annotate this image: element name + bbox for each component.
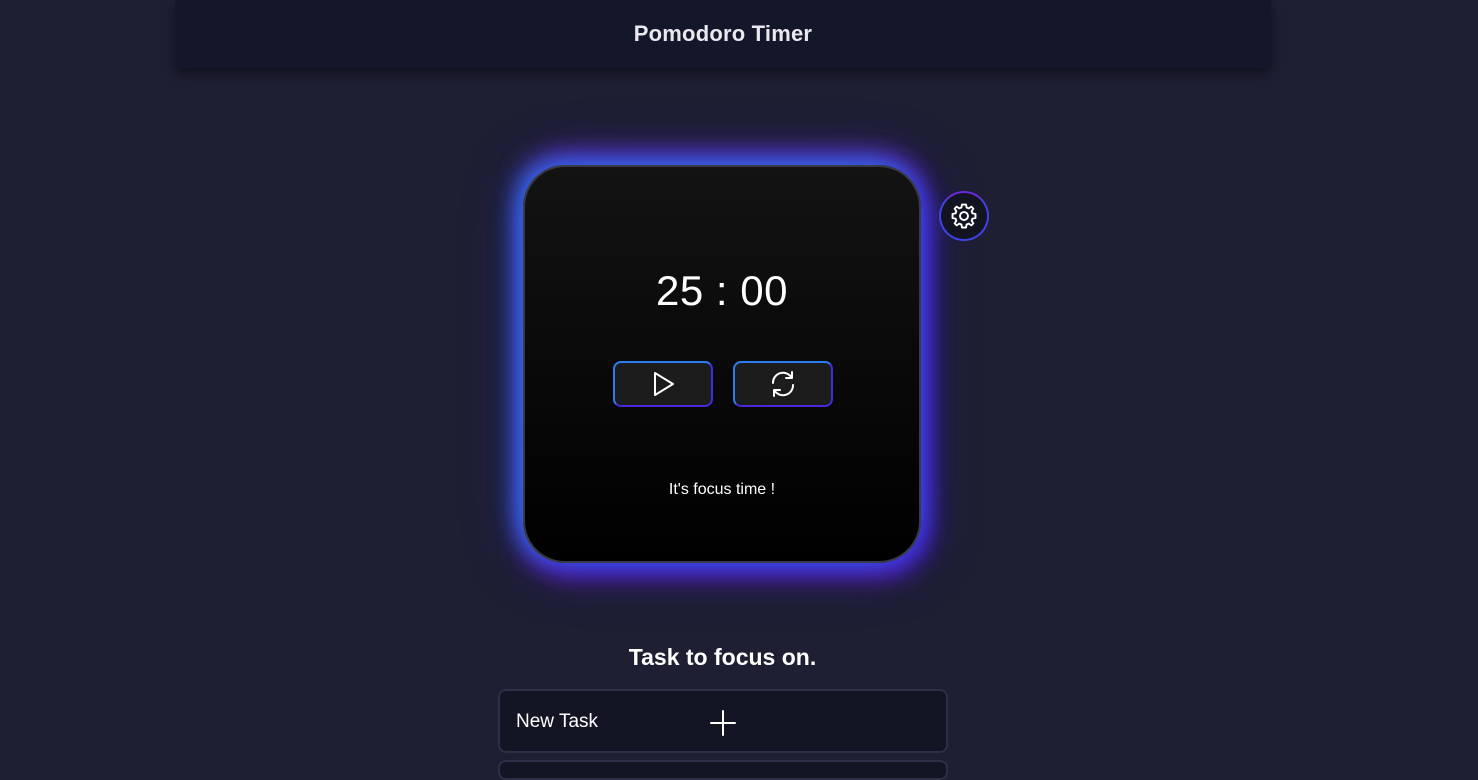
task-section-heading: Task to focus on. (628, 644, 817, 670)
settings-button[interactable] (939, 191, 989, 241)
gear-icon (951, 203, 977, 229)
new-task-row[interactable]: New Task (498, 689, 948, 753)
reset-button[interactable] (733, 361, 833, 407)
app-header: Pomodoro Timer (175, 0, 1271, 68)
timer-display: 25 : 00 (656, 267, 788, 314)
refresh-icon (771, 371, 795, 397)
task-list-item (498, 760, 948, 780)
play-icon (654, 372, 674, 396)
plus-icon[interactable] (709, 709, 737, 737)
new-task-label: New Task (516, 711, 599, 732)
timer-status-text: It's focus time ! (668, 481, 776, 498)
start-button[interactable] (613, 361, 713, 407)
app-title: Pomodoro Timer (633, 21, 813, 46)
timer-card: 25 : 00 It's focus time ! (523, 165, 921, 563)
